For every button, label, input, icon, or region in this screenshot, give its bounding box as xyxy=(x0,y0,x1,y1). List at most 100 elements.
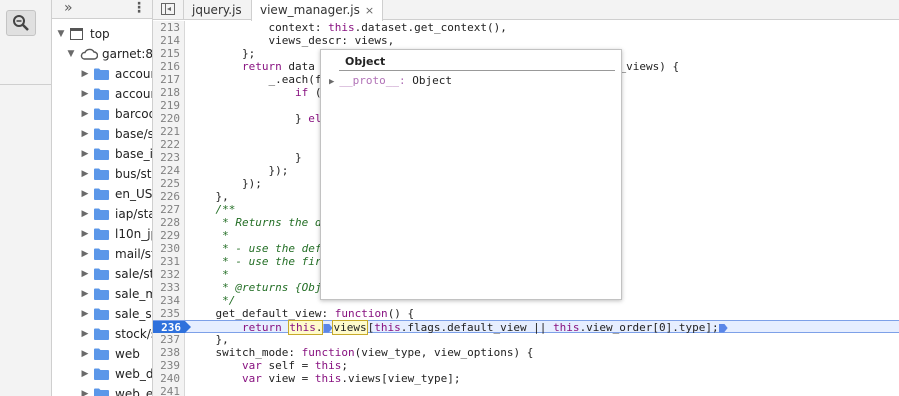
line-number[interactable]: 216 xyxy=(153,60,185,73)
tree-item-label: sale_m xyxy=(115,287,153,301)
line-number[interactable]: 232 xyxy=(153,268,185,281)
code-line[interactable]: 241 xyxy=(153,385,899,396)
line-number[interactable]: 229 xyxy=(153,229,185,242)
collapsed-triangle-icon[interactable]: ▶ xyxy=(80,129,90,139)
line-number[interactable]: 218 xyxy=(153,86,185,99)
line-number[interactable]: 214 xyxy=(153,34,185,47)
code-line[interactable]: 239 var self = this; xyxy=(153,359,899,372)
line-number[interactable]: 240 xyxy=(153,372,185,385)
line-number[interactable]: 223 xyxy=(153,151,185,164)
tree-item[interactable]: ▶ sale_st xyxy=(52,304,152,324)
line-number[interactable]: 224 xyxy=(153,164,185,177)
code-line[interactable]: 238 switch_mode: function(view_type, vie… xyxy=(153,346,899,359)
collapsed-triangle-icon[interactable]: ▶ xyxy=(80,229,90,239)
code-text: views_descr: views, xyxy=(189,34,395,47)
line-number[interactable]: 228 xyxy=(153,216,185,229)
line-number[interactable]: 217 xyxy=(153,73,185,86)
tree-item[interactable]: ▼ top xyxy=(52,24,152,44)
tree-item[interactable]: ▶ iap/stat xyxy=(52,204,152,224)
code-line[interactable]: 235 get_default_view: function() { xyxy=(153,307,899,320)
line-number[interactable]: 215 xyxy=(153,47,185,60)
code-text: } xyxy=(189,151,302,164)
tree-item[interactable]: ▶ en_US xyxy=(52,184,152,204)
execution-line[interactable]: 236 return this. views[this.flags.default… xyxy=(153,320,899,335)
collapsed-triangle-icon[interactable]: ▶ xyxy=(80,149,90,159)
code-text: /** xyxy=(215,203,236,216)
tree-item[interactable]: ▶ barcod xyxy=(52,104,152,124)
line-number[interactable]: 234 xyxy=(153,294,185,307)
expanded-triangle-icon[interactable]: ▼ xyxy=(56,29,66,39)
collapsed-triangle-icon[interactable]: ▶ xyxy=(80,169,90,179)
expand-triangle-icon[interactable]: ▶ xyxy=(329,77,334,87)
collapsed-triangle-icon[interactable]: ▶ xyxy=(80,109,90,119)
line-number[interactable]: 225 xyxy=(153,177,185,190)
collapsed-triangle-icon[interactable]: ▶ xyxy=(80,349,90,359)
collapsed-triangle-icon[interactable]: ▶ xyxy=(80,189,90,199)
collapsed-triangle-icon[interactable]: ▶ xyxy=(80,269,90,279)
collapsed-triangle-icon[interactable]: ▶ xyxy=(80,309,90,319)
collapsed-triangle-icon[interactable]: ▶ xyxy=(80,69,90,79)
tree-item[interactable]: ▶ accoun xyxy=(52,64,152,84)
expanded-triangle-icon[interactable]: ▼ xyxy=(66,49,76,59)
sources-navigator: » ⋮ ▼top▼garnet:80▶accoun▶accoun▶barcod▶… xyxy=(52,0,153,396)
tree-item[interactable]: ▼ garnet:80 xyxy=(52,44,153,64)
double-chevron-right-icon[interactable]: » xyxy=(64,0,73,17)
tree-item[interactable]: ▶ web xyxy=(52,344,152,364)
line-number[interactable]: 235 xyxy=(153,307,185,320)
left-toolbar xyxy=(0,0,52,396)
line-number[interactable]: 241 xyxy=(153,385,185,396)
code-line[interactable]: 240 var view = this.views[view_type]; xyxy=(153,372,899,385)
line-number[interactable]: 237 xyxy=(153,333,185,346)
line-number[interactable]: 227 xyxy=(153,203,185,216)
kebab-menu-icon[interactable]: ⋮ xyxy=(132,0,146,17)
tree-item[interactable]: ▶ mail/st xyxy=(52,244,152,264)
tree-item[interactable]: ▶ base_in xyxy=(52,144,152,164)
code-line[interactable]: 237 }, xyxy=(153,333,899,346)
line-number[interactable]: 220 xyxy=(153,112,185,125)
collapsed-triangle-icon[interactable]: ▶ xyxy=(80,329,90,339)
line-number[interactable]: 238 xyxy=(153,346,185,359)
folder-icon xyxy=(94,208,109,220)
tree-item[interactable]: ▶ bus/sta xyxy=(52,164,152,184)
property-value: Object xyxy=(412,74,453,87)
tree-item[interactable]: ▶ base/st xyxy=(52,124,152,144)
toggle-navigator-icon[interactable] xyxy=(161,3,175,15)
line-number[interactable]: 239 xyxy=(153,359,185,372)
code-text: * Returns the d xyxy=(215,216,322,229)
tab-view-manager[interactable]: view_manager.js × xyxy=(251,0,384,21)
tree-item[interactable]: ▶ sale_m xyxy=(52,284,153,304)
line-number[interactable]: 222 xyxy=(153,138,185,151)
tab-jquery[interactable]: jquery.js xyxy=(184,0,250,20)
tree-item-label: bus/sta xyxy=(115,167,152,181)
collapsed-triangle-icon[interactable]: ▶ xyxy=(80,249,90,259)
tree-item-label: garnet:80 xyxy=(102,47,153,61)
collapsed-triangle-icon[interactable]: ▶ xyxy=(80,209,90,219)
tree-item[interactable]: ▶ stock/s xyxy=(52,324,152,344)
line-number[interactable]: 230 xyxy=(153,242,185,255)
tree-item-label: web xyxy=(115,347,140,361)
search-icon[interactable] xyxy=(6,10,36,36)
code-line[interactable]: 213 context: this.dataset.get_context(), xyxy=(153,21,899,34)
tree-item[interactable]: ▶ web_ed xyxy=(52,384,152,396)
collapsed-triangle-icon[interactable]: ▶ xyxy=(80,89,90,99)
folder-icon xyxy=(94,228,109,240)
folder-icon xyxy=(94,168,109,180)
collapsed-triangle-icon[interactable]: ▶ xyxy=(80,289,90,299)
line-number[interactable]: 231 xyxy=(153,255,185,268)
line-number[interactable]: 233 xyxy=(153,281,185,294)
property-row[interactable]: ▶ __proto__: Object xyxy=(329,74,452,87)
property-separator: : xyxy=(399,74,413,87)
tree-item[interactable]: ▶ sale/sta xyxy=(52,264,152,284)
line-number[interactable]: 219 xyxy=(153,99,185,112)
collapsed-triangle-icon[interactable]: ▶ xyxy=(80,369,90,379)
line-number[interactable]: 213 xyxy=(153,21,185,34)
frame-icon xyxy=(70,28,83,40)
close-icon[interactable]: × xyxy=(365,4,374,17)
line-number[interactable]: 221 xyxy=(153,125,185,138)
tree-item[interactable]: ▶ web_dia xyxy=(52,364,152,384)
tree-item[interactable]: ▶ l10n_jp xyxy=(52,224,152,244)
line-number[interactable]: 226 xyxy=(153,190,185,203)
code-line[interactable]: 214 views_descr: views, xyxy=(153,34,899,47)
tree-item[interactable]: ▶ accoun xyxy=(52,84,152,104)
collapsed-triangle-icon[interactable]: ▶ xyxy=(80,389,90,396)
